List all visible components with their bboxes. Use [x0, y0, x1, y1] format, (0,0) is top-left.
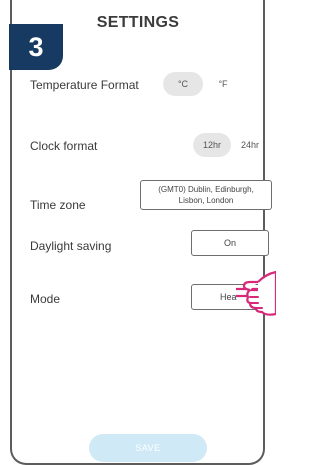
mode-label: Mode — [30, 292, 61, 306]
clock-format-label: Clock format — [30, 139, 98, 153]
clock-24hr-option[interactable]: 24hr — [231, 133, 269, 157]
time-zone-label: Time zone — [30, 198, 86, 212]
pointing-hand-icon — [236, 270, 276, 316]
temperature-format-toggle: °C °F — [163, 72, 247, 96]
daylight-saving-button[interactable]: On — [191, 230, 269, 256]
clock-format-toggle: 12hr 24hr — [193, 133, 271, 157]
temperature-fahrenheit-option[interactable]: °F — [203, 72, 243, 96]
page-title: SETTINGS — [96, 14, 180, 31]
daylight-saving-label: Daylight saving — [30, 239, 112, 253]
temperature-format-label: Temperature Format — [30, 78, 139, 92]
clock-12hr-option[interactable]: 12hr — [193, 133, 231, 157]
temperature-celsius-option[interactable]: °C — [163, 72, 203, 96]
save-button[interactable]: SAVE — [89, 434, 207, 462]
time-zone-select[interactable]: (GMT0) Dublin, Edinburgh, Lisbon, London — [140, 180, 272, 210]
